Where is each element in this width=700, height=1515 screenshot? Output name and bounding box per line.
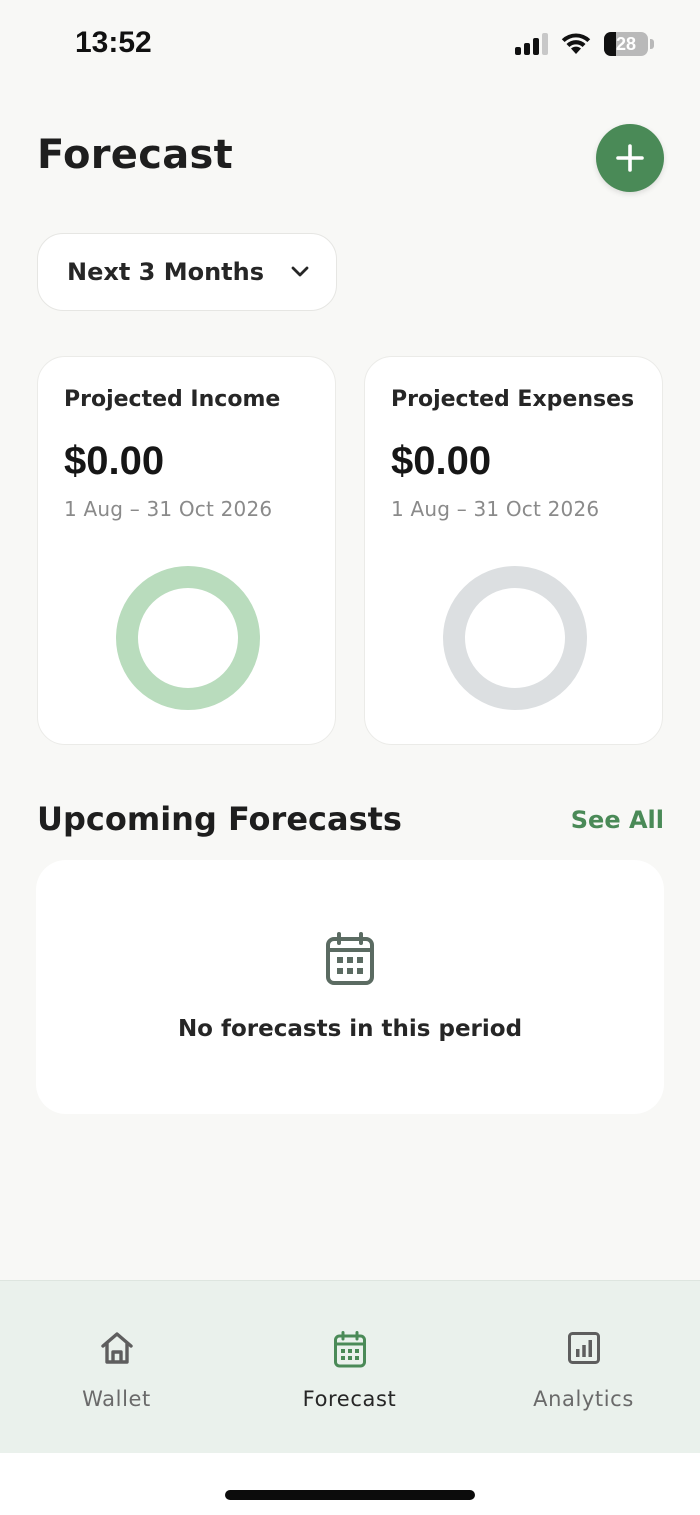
section-title: Upcoming Forecasts (37, 800, 402, 838)
nav-item-forecast[interactable]: Forecast (233, 1281, 466, 1454)
bottom-navigation: Wallet Forecast Analytics (0, 1280, 700, 1453)
nav-item-wallet[interactable]: Wallet (0, 1281, 233, 1454)
plus-icon (616, 144, 644, 172)
chart-icon (567, 1332, 600, 1364)
period-dropdown-label: Next 3 Months (67, 258, 265, 286)
card-title: Projected Expenses (391, 387, 635, 412)
expenses-donut-ring (443, 566, 587, 710)
chevron-down-icon (290, 265, 310, 279)
calendar-icon (326, 932, 374, 985)
period-dropdown[interactable]: Next 3 Months (37, 233, 337, 311)
empty-state-message: No forecasts in this period (177, 1016, 523, 1042)
nav-label: Wallet (82, 1387, 151, 1411)
projected-income-card[interactable]: Projected Income $0.00 1 Aug – 31 Oct 20… (37, 356, 336, 745)
nav-item-analytics[interactable]: Analytics (467, 1281, 700, 1454)
home-bar-area (0, 1453, 700, 1515)
home-indicator[interactable] (225, 1490, 475, 1500)
home-icon (100, 1332, 133, 1364)
add-forecast-button[interactable] (596, 124, 664, 192)
projected-expenses-card[interactable]: Projected Expenses $0.00 1 Aug – 31 Oct … (364, 356, 663, 745)
wifi-icon (561, 33, 591, 54)
income-donut-chart (116, 566, 260, 710)
card-amount: $0.00 (391, 439, 492, 483)
battery-icon: 28 (604, 32, 648, 56)
empty-forecasts-card: No forecasts in this period (36, 860, 664, 1114)
see-all-link[interactable]: See All (571, 806, 664, 834)
expenses-donut-chart (443, 566, 587, 710)
status-time: 13:52 (75, 26, 152, 59)
card-title: Projected Income (64, 387, 281, 412)
income-donut-ring (116, 566, 260, 710)
card-date-range: 1 Aug – 31 Oct 2026 (64, 497, 273, 521)
page-title: Forecast (37, 132, 234, 178)
card-date-range: 1 Aug – 31 Oct 2026 (391, 497, 600, 521)
status-icons: 28 (515, 32, 654, 56)
card-amount: $0.00 (64, 439, 165, 483)
nav-label: Analytics (533, 1387, 634, 1411)
nav-label: Forecast (302, 1387, 397, 1411)
battery-level: 28 (615, 34, 637, 54)
cellular-signal-icon (515, 33, 548, 55)
calendar-icon (333, 1331, 366, 1368)
